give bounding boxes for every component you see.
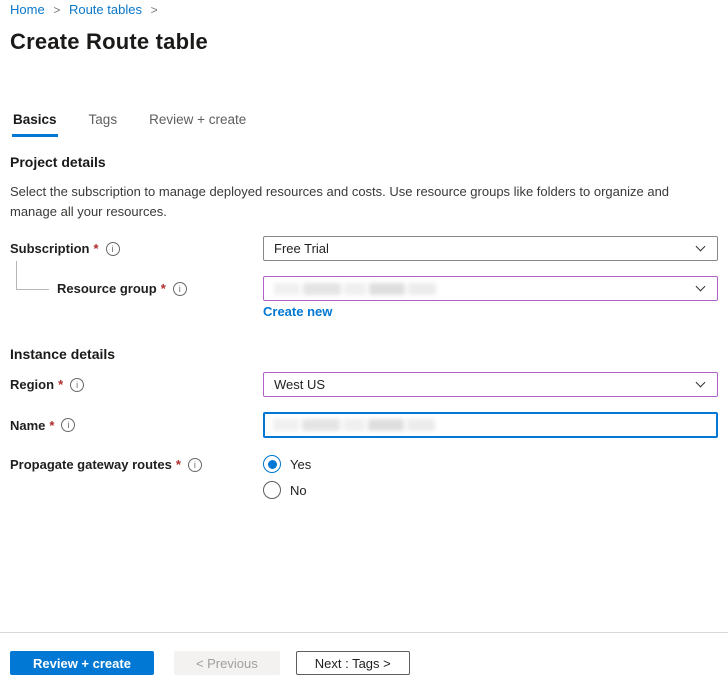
propagate-gateway-routes-row: Propagate gateway routes * i Yes No bbox=[10, 455, 718, 499]
footer-action-bar: Review + create < Previous Next : Tags > bbox=[0, 632, 728, 678]
breadcrumb-link-route-tables[interactable]: Route tables bbox=[69, 2, 142, 17]
region-label-text: Region bbox=[10, 377, 55, 392]
radio-option-yes[interactable]: Yes bbox=[263, 455, 718, 473]
resource-group-row: Resource group * i bbox=[10, 276, 718, 301]
redacted-value bbox=[274, 282, 436, 295]
radio-option-no[interactable]: No bbox=[263, 481, 718, 499]
resource-group-label: Resource group * i bbox=[10, 281, 263, 296]
review-create-button[interactable]: Review + create bbox=[10, 651, 154, 675]
name-label: Name * i bbox=[10, 418, 263, 433]
required-asterisk: * bbox=[93, 241, 99, 256]
name-input[interactable] bbox=[263, 412, 718, 438]
previous-button[interactable]: < Previous bbox=[173, 651, 280, 675]
required-asterisk: * bbox=[49, 417, 55, 433]
radio-option-no-label: No bbox=[290, 482, 307, 498]
breadcrumb-separator-icon: > bbox=[150, 3, 158, 17]
instance-details-heading: Instance details bbox=[10, 346, 116, 362]
subscription-label-text: Subscription bbox=[10, 241, 90, 256]
tab-review-create[interactable]: Review + create bbox=[148, 112, 247, 137]
next-tags-button[interactable]: Next : Tags > bbox=[295, 651, 410, 675]
region-dropdown-value: West US bbox=[274, 377, 326, 392]
required-asterisk: * bbox=[160, 281, 166, 296]
info-icon[interactable]: i bbox=[172, 281, 187, 296]
name-row: Name * i bbox=[10, 412, 718, 438]
breadcrumb-link-home[interactable]: Home bbox=[10, 2, 45, 17]
resource-group-dropdown[interactable] bbox=[263, 276, 718, 301]
propagate-gateway-routes-label: Propagate gateway routes * i bbox=[10, 455, 263, 472]
info-icon[interactable]: i bbox=[61, 418, 76, 432]
tab-bar: Basics Tags Review + create bbox=[12, 112, 247, 137]
page-title: Create Route table bbox=[10, 29, 208, 54]
region-label: Region * i bbox=[10, 377, 263, 392]
radio-selected-icon bbox=[263, 455, 281, 473]
required-asterisk: * bbox=[58, 377, 64, 392]
project-details-description: Select the subscription to manage deploy… bbox=[10, 184, 670, 219]
tab-basics[interactable]: Basics bbox=[12, 112, 58, 137]
region-dropdown[interactable]: West US bbox=[263, 372, 718, 397]
radio-option-yes-label: Yes bbox=[290, 456, 312, 472]
propagate-label-text: Propagate gateway routes bbox=[10, 457, 172, 472]
breadcrumb-separator-icon: > bbox=[53, 3, 61, 17]
chevron-down-icon bbox=[695, 241, 706, 251]
resource-group-label-text: Resource group bbox=[57, 281, 157, 296]
subscription-dropdown-value: Free Trial bbox=[274, 241, 329, 256]
name-label-text: Name bbox=[10, 417, 46, 433]
info-icon[interactable]: i bbox=[70, 377, 85, 392]
subscription-row: Subscription * i Free Trial bbox=[10, 236, 718, 261]
required-asterisk: * bbox=[175, 457, 181, 472]
redacted-value bbox=[273, 419, 435, 431]
tab-tags[interactable]: Tags bbox=[88, 112, 119, 137]
region-row: Region * i West US bbox=[10, 372, 718, 397]
info-icon[interactable]: i bbox=[187, 457, 202, 472]
chevron-down-icon bbox=[695, 281, 706, 291]
subscription-dropdown[interactable]: Free Trial bbox=[263, 236, 718, 261]
propagate-radio-group: Yes No bbox=[263, 455, 718, 499]
radio-unselected-icon bbox=[263, 481, 281, 499]
breadcrumb: Home > Route tables > bbox=[10, 2, 163, 17]
info-icon[interactable]: i bbox=[105, 241, 120, 256]
create-new-link[interactable]: Create new bbox=[263, 304, 332, 319]
subscription-label: Subscription * i bbox=[10, 241, 263, 256]
project-details-heading: Project details bbox=[10, 154, 106, 170]
chevron-down-icon bbox=[695, 377, 706, 387]
